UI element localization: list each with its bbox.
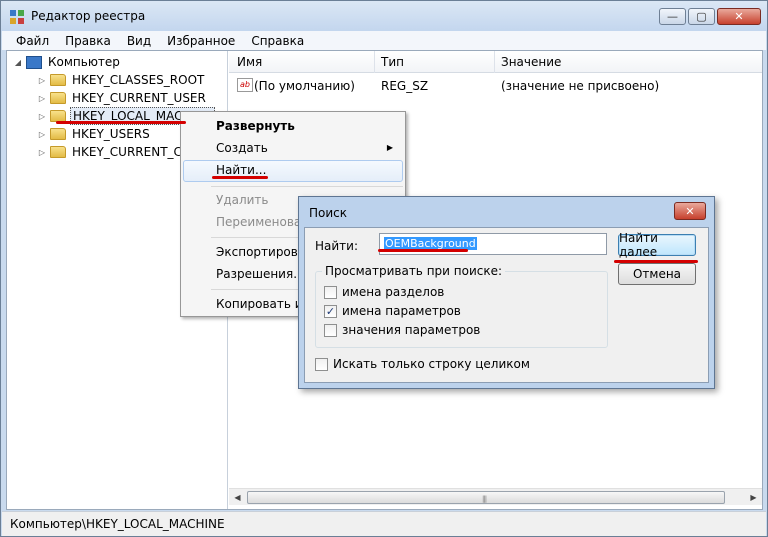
list-header: Имя Тип Значение xyxy=(229,51,762,73)
menu-item-label: Создать xyxy=(216,141,268,155)
minimize-button[interactable]: — xyxy=(659,8,686,25)
column-separator[interactable] xyxy=(374,51,375,73)
menu-item-new[interactable]: Создать ▶ xyxy=(183,138,403,160)
option-whole-string[interactable]: Искать только строку целиком xyxy=(315,357,530,371)
option-values[interactable]: ✓ имена параметров xyxy=(324,304,461,318)
value-data: (значение не присвоено) xyxy=(501,79,660,93)
submenu-arrow-icon: ▶ xyxy=(386,143,393,152)
string-value-icon: ab xyxy=(237,78,253,92)
checkbox[interactable] xyxy=(324,285,337,299)
tree-label: HKEY_CURRENT_USER xyxy=(72,91,206,105)
checkbox-label: имена параметров xyxy=(342,304,461,318)
expand-arrow-icon[interactable]: ▷ xyxy=(37,112,47,121)
dialog-body: Найти: OEMBackground Найти далее Отмена … xyxy=(304,227,709,383)
search-scope-group: Просматривать при поиске: имена разделов… xyxy=(315,264,608,348)
title-bar[interactable]: Редактор реестра — ▢ ✕ xyxy=(1,1,767,31)
tree-label: Компьютер xyxy=(48,55,120,69)
tree-label: HKEY_CURRENT_CO xyxy=(72,145,192,159)
checkbox[interactable] xyxy=(324,323,337,337)
column-header-name[interactable]: Имя xyxy=(237,55,262,69)
column-header-type[interactable]: Тип xyxy=(381,55,404,69)
checkbox-label: Искать только строку целиком xyxy=(333,357,530,371)
list-item[interactable]: ab (По умолчанию) REG_SZ (значение не пр… xyxy=(229,77,762,95)
cancel-button[interactable]: Отмена xyxy=(618,263,696,285)
scroll-thumb[interactable]: ||| xyxy=(247,491,725,504)
menu-file[interactable]: Файл xyxy=(8,34,57,48)
tree-item-hku[interactable]: ▷ HKEY_USERS xyxy=(37,125,152,143)
status-path: Компьютер\HKEY_LOCAL_MACHINE xyxy=(10,517,225,531)
tree-label: HKEY_USERS xyxy=(72,127,150,141)
checkbox-label: значения параметров xyxy=(342,323,481,337)
value-type: REG_SZ xyxy=(381,79,429,93)
status-bar: Компьютер\HKEY_LOCAL_MACHINE xyxy=(2,511,766,536)
find-label: Найти: xyxy=(315,239,359,253)
checkbox-label: имена разделов xyxy=(342,285,445,299)
menu-bar: Файл Правка Вид Избранное Справка xyxy=(2,31,766,50)
annotation-underline-find xyxy=(212,176,268,179)
annotation-underline-find-next xyxy=(614,260,698,263)
grip-icon: ||| xyxy=(482,495,487,503)
option-data[interactable]: значения параметров xyxy=(324,323,480,337)
collapse-arrow-icon[interactable]: ◢ xyxy=(13,58,23,67)
menu-edit[interactable]: Правка xyxy=(57,34,119,48)
value-name: (По умолчанию) xyxy=(254,79,355,93)
horizontal-scrollbar[interactable]: ◀ ||| ▶ xyxy=(229,488,762,505)
find-next-button[interactable]: Найти далее xyxy=(618,231,696,259)
option-keys[interactable]: имена разделов xyxy=(324,285,444,299)
dialog-title: Поиск xyxy=(309,206,348,220)
column-separator[interactable] xyxy=(494,51,495,73)
folder-icon xyxy=(50,74,66,86)
expand-arrow-icon[interactable]: ▷ xyxy=(37,148,47,157)
expand-arrow-icon[interactable]: ▷ xyxy=(37,76,47,85)
scroll-right-icon[interactable]: ▶ xyxy=(745,489,762,506)
checkbox-checked[interactable]: ✓ xyxy=(324,304,337,318)
expand-arrow-icon[interactable]: ▷ xyxy=(37,130,47,139)
annotation-underline-hklm xyxy=(56,121,186,124)
registry-editor-icon xyxy=(10,10,24,24)
folder-icon xyxy=(50,92,66,104)
tree-label: HKEY_CLASSES_ROOT xyxy=(72,73,205,87)
tree-item-hkcc[interactable]: ▷ HKEY_CURRENT_CO xyxy=(37,143,193,161)
find-dialog: Поиск ✕ Найти: OEMBackground Найти далее… xyxy=(298,196,715,389)
menu-separator xyxy=(211,186,403,187)
close-button[interactable]: ✕ xyxy=(717,8,761,25)
annotation-underline-search-text xyxy=(378,249,468,252)
checkbox[interactable] xyxy=(315,357,328,371)
tree-item-computer[interactable]: ◢ Компьютер xyxy=(13,53,122,71)
menu-item-expand[interactable]: Развернуть xyxy=(183,116,403,138)
folder-icon xyxy=(50,146,66,158)
menu-help[interactable]: Справка xyxy=(243,34,312,48)
computer-icon xyxy=(26,55,42,69)
maximize-button[interactable]: ▢ xyxy=(688,8,715,25)
menu-favorites[interactable]: Избранное xyxy=(159,34,243,48)
column-header-value[interactable]: Значение xyxy=(501,55,561,69)
dialog-close-button[interactable]: ✕ xyxy=(674,202,706,220)
window-controls: — ▢ ✕ xyxy=(659,8,761,25)
scroll-left-icon[interactable]: ◀ xyxy=(229,489,246,506)
tree-item-hkcr[interactable]: ▷ HKEY_CLASSES_ROOT xyxy=(37,71,206,89)
menu-view[interactable]: Вид xyxy=(119,34,159,48)
group-title: Просматривать при поиске: xyxy=(322,264,506,278)
window-title: Редактор реестра xyxy=(31,9,146,23)
tree-item-hkcu[interactable]: ▷ HKEY_CURRENT_USER xyxy=(37,89,208,107)
folder-icon xyxy=(50,128,66,140)
expand-arrow-icon[interactable]: ▷ xyxy=(37,94,47,103)
